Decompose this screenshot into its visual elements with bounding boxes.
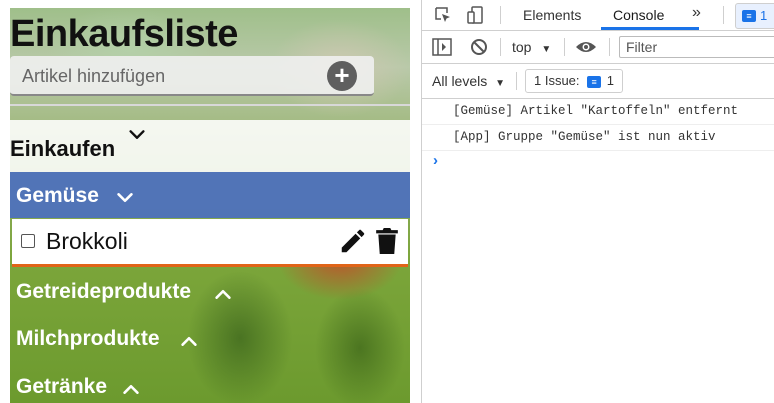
log-levels-value: All levels [432,73,488,89]
divider [564,38,565,56]
item-checkbox[interactable] [21,234,35,248]
chevron-down-icon[interactable] [114,187,136,209]
group-label: Gemüse [16,184,99,207]
devtools-panel: Elements Console » ≡ 1 top ▼ Filter All … [421,0,774,403]
sidebar-toggle-icon[interactable] [432,38,452,56]
message-icon: ≡ [587,75,602,88]
device-toolbar-icon[interactable] [467,6,485,24]
console-message: [Gemüse] Artikel "Kartoffeln" entfernt [422,99,774,125]
shopping-list-app: Einkaufsliste + Einkaufen Gemüse Brokkol… [10,8,410,403]
plus-icon[interactable]: + [327,61,357,91]
console-message-text: [Gemüse] Artikel "Kartoffeln" entfernt [453,104,739,118]
more-tabs-button[interactable]: » [692,4,701,22]
console-toolbar-levels: All levels ▼ 1 Issue: ≡ 1 [422,64,774,99]
context-value: top [512,39,532,55]
divider [723,6,724,24]
divider [609,38,610,56]
tab-console[interactable]: Console [613,7,664,23]
group-gemuese[interactable]: Gemüse [10,172,410,218]
context-select[interactable]: top ▼ [512,39,551,55]
tab-elements[interactable]: Elements [523,7,581,23]
shopping-section-header[interactable]: Einkaufen [10,120,410,172]
issues-chip-label: 1 Issue: [534,73,580,88]
group-label: Milchprodukte [16,327,160,350]
console-filter-input[interactable] [619,36,774,58]
chevron-up-icon[interactable] [212,283,234,305]
add-item-input[interactable] [20,60,324,92]
console-toolbar: top ▼ [422,31,774,64]
pencil-icon[interactable] [338,226,368,256]
message-icon: ≡ [742,10,756,22]
dropdown-arrow-icon: ▼ [495,78,506,89]
divider [500,38,501,56]
chevron-down-icon[interactable] [126,124,148,146]
divider [10,104,410,106]
divider [500,6,501,24]
group-getreideprodukte[interactable]: Getreideprodukte [10,268,410,314]
eye-icon[interactable] [575,39,597,55]
app-title: Einkaufsliste [10,13,238,55]
group-getraenke[interactable]: Getränke [10,363,410,403]
list-item: Brokkoli [12,219,408,267]
trash-icon[interactable] [374,225,400,257]
issues-badge-button[interactable]: ≡ 1 [735,3,774,29]
add-item-bar: + [10,56,374,96]
section-title: Einkaufen [10,136,116,161]
chevron-up-icon[interactable] [120,378,142,400]
issues-chip[interactable]: 1 Issue: ≡ 1 [525,69,624,93]
console-message-text: [App] Gruppe "Gemüse" ist nun aktiv [453,130,716,144]
inspect-element-icon[interactable] [434,6,452,24]
issues-count: 1 [760,8,768,23]
console-message: [App] Gruppe "Gemüse" ist nun aktiv [422,125,774,151]
chevron-up-icon[interactable] [178,330,200,352]
console-prompt-caret[interactable]: › [433,152,438,169]
group-label: Getränke [16,375,108,398]
group-milchprodukte[interactable]: Milchprodukte [10,315,410,361]
group-label: Getreideprodukte [16,280,192,303]
clear-console-icon[interactable] [470,38,488,56]
dropdown-arrow-icon: ▼ [541,44,552,55]
issues-chip-count: 1 [606,73,615,88]
devtools-tabbar: Elements Console » ≡ 1 [422,0,774,31]
item-label: Brokkoli [46,228,128,254]
active-tab-indicator [601,27,699,30]
log-levels-select[interactable]: All levels ▼ [432,73,505,89]
divider [516,72,517,90]
